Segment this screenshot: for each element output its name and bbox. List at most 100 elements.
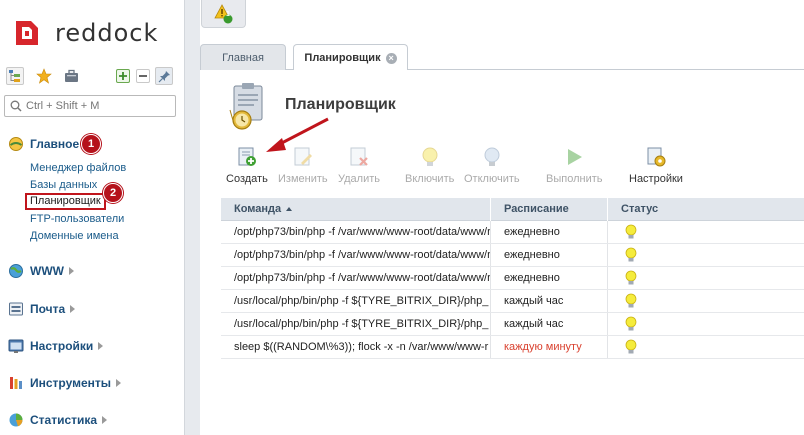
lightbulb-on-icon [625, 270, 637, 285]
cell-status [608, 267, 804, 289]
chevron-right-icon [98, 342, 104, 350]
sidebar-item-domains[interactable]: Доменные имена [30, 229, 119, 243]
close-tab-icon[interactable]: × [385, 52, 397, 64]
tab-scheduler-label: Планировщик [304, 52, 381, 64]
cell-status [608, 336, 804, 358]
logo[interactable]: reddock [13, 17, 158, 49]
nav-tools-label: Инструменты [30, 376, 112, 390]
page-title: Планировщик [285, 96, 396, 113]
cell-status [608, 290, 804, 312]
sidebar-item-ftp-users[interactable]: FTP-пользователи [30, 212, 124, 226]
lightbulb-on-icon [625, 224, 637, 239]
annotation-arrow [266, 117, 329, 152]
sort-asc-icon [286, 207, 293, 211]
lightbulb-on-icon [625, 247, 637, 262]
step-badge-2: 2 [103, 183, 123, 203]
cell-command: sleep $((RANDOM\%3)); flock -x -n /var/w… [221, 336, 491, 358]
enable-button[interactable]: Включить [405, 146, 454, 186]
lightbulb-on-icon [422, 147, 438, 166]
delete-label: Удалить [338, 173, 380, 185]
sidebar-item-file-manager[interactable]: Менеджер файлов [30, 161, 126, 175]
tab-home-label: Главная [222, 51, 264, 64]
nav-mail-label: Почта [30, 302, 66, 316]
search-input[interactable] [26, 100, 166, 112]
alerts-count: 1 [226, 11, 230, 18]
nav-section-www[interactable]: WWW [8, 262, 74, 280]
nav-section-mail[interactable]: Почта [8, 300, 76, 318]
step-badge-1: 1 [81, 134, 101, 154]
cell-schedule: ежедневно [491, 221, 608, 243]
add-task-icon [238, 147, 256, 166]
table-row[interactable]: /usr/local/php/bin/php -f ${TYRE_BITRIX_… [221, 290, 804, 313]
nav-section-tools[interactable]: Инструменты [8, 374, 122, 392]
briefcase-icon[interactable] [62, 67, 80, 85]
settings-gear-icon [647, 147, 666, 167]
cell-schedule: каждый час [491, 290, 608, 312]
pie-chart-icon [9, 413, 23, 427]
chevron-right-icon [116, 379, 122, 387]
lightbulb-off-icon [484, 147, 500, 166]
column-schedule-label: Расписание [504, 203, 569, 215]
expand-all-icon[interactable] [116, 69, 130, 83]
nav-section-main[interactable]: Главное [8, 135, 79, 153]
delete-button[interactable]: Удалить [338, 146, 380, 186]
cell-command: /opt/php73/bin/php -f /var/www/www-root/… [221, 221, 491, 243]
delete-task-icon [350, 147, 368, 166]
table-row[interactable]: /opt/php73/bin/php -f /var/www/www-root/… [221, 244, 804, 267]
tab-strip: Главная Планировщик × [200, 44, 804, 71]
run-button[interactable]: Выполнить [546, 146, 602, 186]
sidebar-item-scheduler[interactable]: Планировщик [25, 193, 106, 210]
table-row[interactable]: /opt/php73/bin/php -f /var/www/www-root/… [221, 221, 804, 244]
column-command[interactable]: Команда [221, 198, 491, 221]
tab-scheduler[interactable]: Планировщик × [293, 44, 408, 71]
sidebar-splitter[interactable] [184, 0, 200, 435]
sidebar: reddock Главное 1 Менеджер файлов Базы д… [0, 0, 184, 435]
table-row[interactable]: sleep $((RANDOM\%3)); flock -x -n /var/w… [221, 336, 804, 359]
alerts-button[interactable]: 1 [201, 0, 246, 28]
settings-label: Настройки [629, 173, 683, 185]
nav-section-settings[interactable]: Настройки [8, 337, 104, 355]
table-row[interactable]: /usr/local/php/bin/php -f ${TYRE_BITRIX_… [221, 313, 804, 336]
lightbulb-on-icon [625, 339, 637, 354]
column-command-label: Команда [234, 203, 282, 215]
column-status[interactable]: Статус [608, 198, 804, 221]
table-header: Команда Расписание Статус [221, 198, 804, 221]
run-label: Выполнить [546, 173, 603, 185]
brand-name: reddock [55, 19, 159, 47]
disable-button[interactable]: Отключить [464, 146, 520, 186]
search-box[interactable] [4, 95, 176, 117]
sidebar-toolbar [6, 67, 178, 87]
collapse-all-icon[interactable] [136, 69, 150, 83]
nav-section-statistics[interactable]: Статистика [8, 411, 108, 429]
disable-label: Отключить [464, 173, 520, 185]
nav-statistics-label: Статистика [30, 413, 98, 427]
warning-icon [213, 3, 232, 23]
settings-window-icon [8, 339, 24, 353]
tasks-table: Команда Расписание Статус /opt/php73/bin… [221, 198, 804, 359]
home-globe-icon [9, 137, 23, 151]
globe-icon [9, 264, 23, 278]
edit-label: Изменить [278, 173, 328, 185]
tab-home[interactable]: Главная [200, 44, 286, 70]
table-row[interactable]: /opt/php73/bin/php -f /var/www/www-root/… [221, 267, 804, 290]
cell-status [608, 244, 804, 266]
column-schedule[interactable]: Расписание [491, 198, 608, 221]
sidebar-item-databases[interactable]: Базы данных [30, 178, 97, 192]
cell-command: /usr/local/php/bin/php -f ${TYRE_BITRIX_… [221, 313, 491, 335]
pin-icon[interactable] [155, 67, 173, 85]
chevron-right-icon [68, 267, 74, 275]
tree-view-icon[interactable] [6, 67, 24, 85]
chevron-right-icon [102, 416, 108, 424]
cell-schedule: ежедневно [491, 267, 608, 289]
cell-schedule: каждый час [491, 313, 608, 335]
table-body: /opt/php73/bin/php -f /var/www/www-root/… [221, 221, 804, 359]
cell-schedule: ежедневно [491, 244, 608, 266]
reddock-logo-icon [16, 21, 38, 45]
cell-command: /usr/local/php/bin/php -f ${TYRE_BITRIX_… [221, 290, 491, 312]
search-icon [10, 100, 22, 112]
mail-icon [9, 302, 23, 316]
favorites-star-icon[interactable] [35, 67, 53, 85]
chevron-right-icon [70, 305, 76, 313]
settings-button[interactable]: Настройки [629, 146, 683, 186]
lightbulb-on-icon [625, 293, 637, 308]
